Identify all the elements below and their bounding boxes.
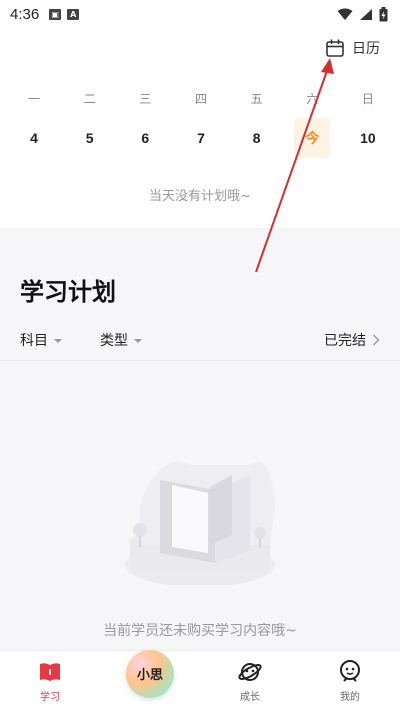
status-time: 4:36 — [10, 5, 40, 23]
profile-face-icon — [337, 659, 363, 685]
type-filter-dropdown[interactable]: 类型 — [100, 330, 142, 350]
empty-box-illustration — [125, 461, 275, 585]
weekday-label: 三 — [139, 92, 152, 106]
calendar-button[interactable]: 日历 — [325, 38, 380, 58]
wifi-icon — [337, 8, 353, 20]
date-cell[interactable]: 4 — [16, 118, 52, 158]
chevron-right-icon — [373, 334, 380, 346]
xiaosi-button[interactable]: 小思 — [126, 649, 174, 698]
signal-icon — [360, 9, 372, 20]
notification-icons: ▣ A — [49, 8, 80, 20]
type-filter-label: 类型 — [100, 333, 128, 349]
system-status-icons — [337, 7, 388, 22]
date-cell[interactable]: 5 — [72, 118, 108, 158]
divider — [0, 360, 400, 361]
planet-icon — [237, 659, 263, 685]
date-cell[interactable]: 8 — [239, 118, 275, 158]
weekday-header: 一 二 三 四 五 六 日 — [16, 90, 386, 107]
bottom-navigation: 学习 小思 成长 我的 — [0, 649, 400, 710]
battery-icon — [379, 7, 388, 22]
book-icon — [37, 659, 63, 685]
tab-mine-label: 我的 — [340, 691, 360, 703]
date-cell[interactable]: 6 — [127, 118, 163, 158]
tab-growth-label: 成长 — [240, 691, 260, 703]
date-cell-today[interactable]: 今 — [294, 118, 331, 158]
weekday-label: 日 — [361, 92, 374, 106]
calendar-label: 日历 — [352, 41, 380, 57]
calendar-icon — [326, 39, 344, 57]
completed-link[interactable]: 已完结 — [324, 330, 380, 350]
weekday-label: 一 — [27, 92, 40, 106]
subject-filter-dropdown[interactable]: 科目 — [20, 330, 62, 350]
empty-state-message: 当前学员还未购买学习内容哦~ — [103, 623, 297, 639]
tab-study-label: 学习 — [40, 691, 60, 703]
date-cell[interactable]: 10 — [350, 118, 386, 158]
weekday-label: 五 — [250, 92, 263, 106]
empty-day-message: 当天没有计划哦~ — [149, 189, 251, 204]
tab-mine[interactable]: 我的 — [300, 651, 400, 710]
app-notification-icon: A — [67, 8, 80, 20]
date-cell[interactable]: 7 — [183, 118, 219, 158]
subject-filter-label: 科目 — [20, 333, 48, 349]
image-notification-icon: ▣ — [49, 8, 62, 20]
xiaosi-label: 小思 — [136, 668, 163, 683]
tab-xiaosi[interactable]: 小思 — [100, 649, 200, 710]
tab-growth[interactable]: 成长 — [200, 651, 300, 710]
caret-down-icon — [54, 339, 62, 343]
weekday-label: 六 — [306, 92, 319, 106]
page-title: 学习计划 — [20, 278, 116, 306]
filter-bar: 科目 类型 已完结 — [20, 330, 380, 350]
caret-down-icon — [134, 339, 142, 343]
tab-study[interactable]: 学习 — [0, 651, 100, 710]
date-strip: 4 5 6 7 8 今 10 — [16, 118, 386, 158]
completed-label: 已完结 — [324, 333, 366, 349]
weekday-label: 二 — [83, 92, 96, 106]
weekday-label: 四 — [194, 92, 207, 106]
status-bar: 4:36 ▣ A — [0, 0, 400, 28]
